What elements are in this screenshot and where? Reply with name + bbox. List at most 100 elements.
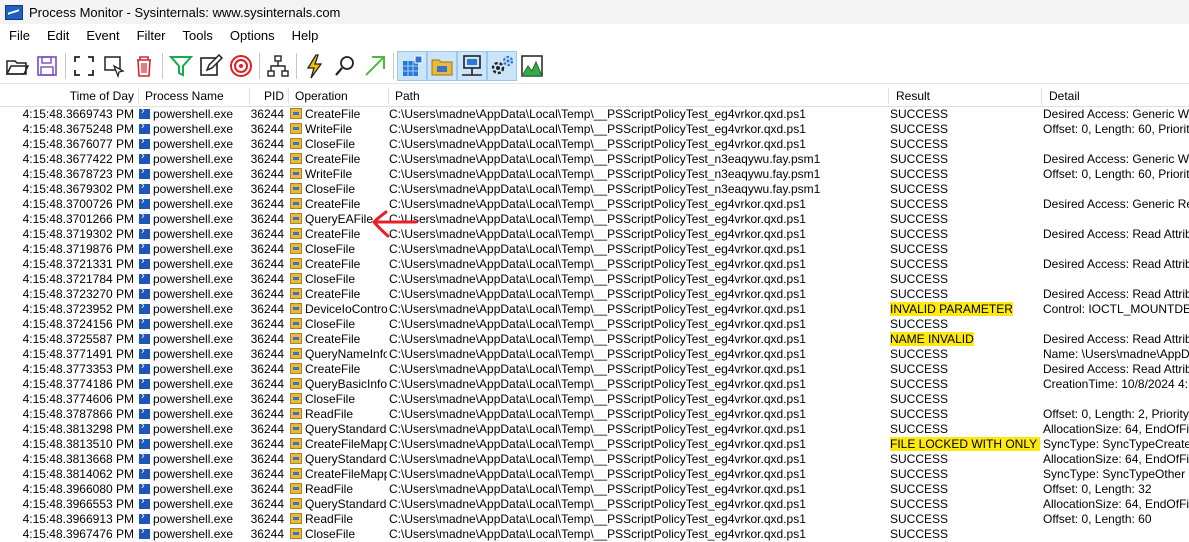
column-header-process[interactable]: Process Name [145, 86, 245, 106]
filesystem-activity-button[interactable] [427, 51, 457, 81]
result-text: FILE LOCKED WITH ONLY R... [890, 437, 1040, 451]
operation-name: WriteFile [305, 122, 353, 136]
process-tree-button[interactable] [263, 51, 293, 81]
table-row[interactable]: 4:15:48.3774186 PM powershell.exe 36244 Que… [0, 377, 1189, 392]
table-row[interactable]: 4:15:48.3676077 PM powershell.exe 36244 Clo… [0, 137, 1189, 152]
menu-edit[interactable]: Edit [38, 28, 77, 43]
table-row[interactable]: 4:15:48.3813510 PM powershell.exe 36244 Cre… [0, 437, 1189, 452]
table-row[interactable]: 4:15:48.3774606 PM powershell.exe 36244 Clo… [0, 392, 1189, 407]
cell-pid: 36244 [250, 287, 284, 301]
result-text: SUCCESS [890, 497, 949, 511]
result-text: SUCCESS [890, 167, 949, 181]
cell-result: NAME INVALID [890, 332, 1040, 347]
filesystem-operation-icon [290, 468, 302, 479]
cell-time: 4:15:48.3725587 PM [22, 332, 134, 346]
table-row[interactable]: 4:15:48.3771491 PM powershell.exe 36244 Que… [0, 347, 1189, 362]
powershell-icon [139, 167, 150, 179]
table-row[interactable]: 4:15:48.3669743 PM powershell.exe 36244 Cre… [0, 107, 1189, 122]
table-row[interactable]: 4:15:48.3701266 PM powershell.exe 36244 Que… [0, 212, 1189, 227]
cell-time: 4:15:48.3966913 PM [22, 512, 134, 526]
cell-operation: CloseFile [290, 527, 387, 542]
event-list: 4:15:48.3669743 PM powershell.exe 36244 Cre… [0, 107, 1189, 542]
menu-tools[interactable]: Tools [174, 28, 221, 43]
table-row[interactable]: 4:15:48.3719876 PM powershell.exe 36244 Clo… [0, 242, 1189, 257]
menu-help[interactable]: Help [283, 28, 327, 43]
cell-path: C:\Users\madne\AppData\Local\Temp\__PSSc… [389, 107, 806, 121]
table-row[interactable]: 4:15:48.3966913 PM powershell.exe 36244 Rea… [0, 512, 1189, 527]
column-header-result[interactable]: Result [896, 86, 1036, 106]
column-header-path[interactable]: Path [395, 86, 875, 106]
event-properties-button[interactable] [300, 51, 330, 81]
cell-detail [1043, 272, 1189, 287]
cell-process: powershell.exe [139, 257, 249, 272]
table-row[interactable]: 4:15:48.3724156 PM powershell.exe 36244 Clo… [0, 317, 1189, 332]
table-row[interactable]: 4:15:48.3721784 PM powershell.exe 36244 Clo… [0, 272, 1189, 287]
cell-time: 4:15:48.3677422 PM [22, 152, 134, 166]
process-thread-activity-button[interactable] [487, 51, 517, 81]
table-row[interactable]: 4:15:48.3719302 PM powershell.exe 36244 Cre… [0, 227, 1189, 242]
network-activity-button[interactable] [457, 51, 487, 81]
table-row[interactable]: 4:15:48.3721331 PM powershell.exe 36244 Cre… [0, 257, 1189, 272]
clear-icon [137, 56, 151, 77]
find-button[interactable] [330, 51, 360, 81]
clear-button[interactable] [129, 51, 159, 81]
table-row[interactable]: 4:15:48.3723952 PM powershell.exe 36244 Dev… [0, 302, 1189, 317]
table-row[interactable]: 4:15:48.3725587 PM powershell.exe 36244 Cre… [0, 332, 1189, 347]
table-row[interactable]: 4:15:48.3813298 PM powershell.exe 36244 Que… [0, 422, 1189, 437]
cell-detail [1043, 317, 1189, 332]
cell-detail: SyncType: SyncTypeOther [1043, 467, 1186, 481]
table-row[interactable]: 4:15:48.3787866 PM powershell.exe 36244 Rea… [0, 407, 1189, 422]
table-row[interactable]: 4:15:48.3967476 PM powershell.exe36244 Clo… [0, 527, 1189, 542]
table-row[interactable]: 4:15:48.3966553 PM powershell.exe 36244 Que… [0, 497, 1189, 512]
cell-pid: 36244 [250, 437, 284, 451]
cell-pid: 36244 [250, 482, 284, 496]
filter-button[interactable] [166, 51, 196, 81]
cell-operation: QueryStandardI... [290, 452, 387, 467]
autoscroll-button[interactable] [69, 51, 99, 81]
filesystem-operation-icon [290, 288, 302, 299]
include-target-button[interactable] [226, 51, 256, 81]
filesystem-operation-icon [290, 453, 302, 464]
jump-to-button[interactable] [360, 51, 390, 81]
result-text: SUCCESS [890, 362, 949, 376]
capture-button[interactable] [99, 51, 129, 81]
table-row[interactable]: 4:15:48.3678723 PM powershell.exe 36244 Wri… [0, 167, 1189, 182]
menu-filter[interactable]: Filter [128, 28, 174, 43]
column-header-detail[interactable]: Detail [1049, 86, 1179, 106]
save-icon [37, 56, 57, 76]
result-text: SUCCESS [890, 467, 949, 481]
powershell-icon [139, 392, 150, 404]
process-tree-icon [267, 55, 289, 77]
cell-path: C:\Users\madne\AppData\Local\Temp\__PSSc… [389, 272, 806, 286]
menu-file[interactable]: File [0, 28, 38, 43]
cell-result: SUCCESS [890, 137, 1040, 152]
open-folder-button[interactable] [2, 51, 32, 81]
column-header-pid[interactable]: PID [250, 86, 284, 106]
table-row[interactable]: 4:15:48.3773353 PM powershell.exe 36244 Cre… [0, 362, 1189, 377]
profiling-events-button[interactable] [517, 51, 547, 81]
cell-operation: CloseFile [290, 272, 387, 287]
menu-options[interactable]: Options [221, 28, 283, 43]
powershell-icon [139, 197, 150, 209]
toolbar-separator [162, 53, 163, 79]
table-row[interactable]: 4:15:48.3679302 PM powershell.exe 36244 Clo… [0, 182, 1189, 197]
table-row[interactable]: 4:15:48.3700726 PM powershell.exe 36244 Cre… [0, 197, 1189, 212]
table-row[interactable]: 4:15:48.3966080 PM powershell.exe 36244 Rea… [0, 482, 1189, 497]
autoscroll-icon [74, 56, 94, 76]
cell-result: SUCCESS [890, 227, 1040, 242]
table-row[interactable]: 4:15:48.3677422 PM powershell.exe 36244 Cre… [0, 152, 1189, 167]
result-text: SUCCESS [890, 137, 949, 151]
cell-operation: CreateFile [290, 152, 387, 167]
table-row[interactable]: 4:15:48.3675248 PM powershell.exe 36244 Wri… [0, 122, 1189, 137]
save-button[interactable] [32, 51, 62, 81]
column-header-time[interactable]: Time of Day [0, 86, 134, 106]
table-row[interactable]: 4:15:48.3813668 PM powershell.exe 36244 Que… [0, 452, 1189, 467]
registry-activity-button[interactable] [397, 51, 427, 81]
process-name: powershell.exe [153, 362, 234, 376]
highlight-button[interactable] [196, 51, 226, 81]
table-row[interactable]: 4:15:48.3814062 PM powershell.exe 36244 Cre… [0, 467, 1189, 482]
cell-operation: QueryStandardI... [290, 497, 387, 512]
column-header-operation[interactable]: Operation [295, 86, 385, 106]
table-row[interactable]: 4:15:48.3723270 PM powershell.exe 36244 Cre… [0, 287, 1189, 302]
menu-event[interactable]: Event [77, 28, 127, 43]
